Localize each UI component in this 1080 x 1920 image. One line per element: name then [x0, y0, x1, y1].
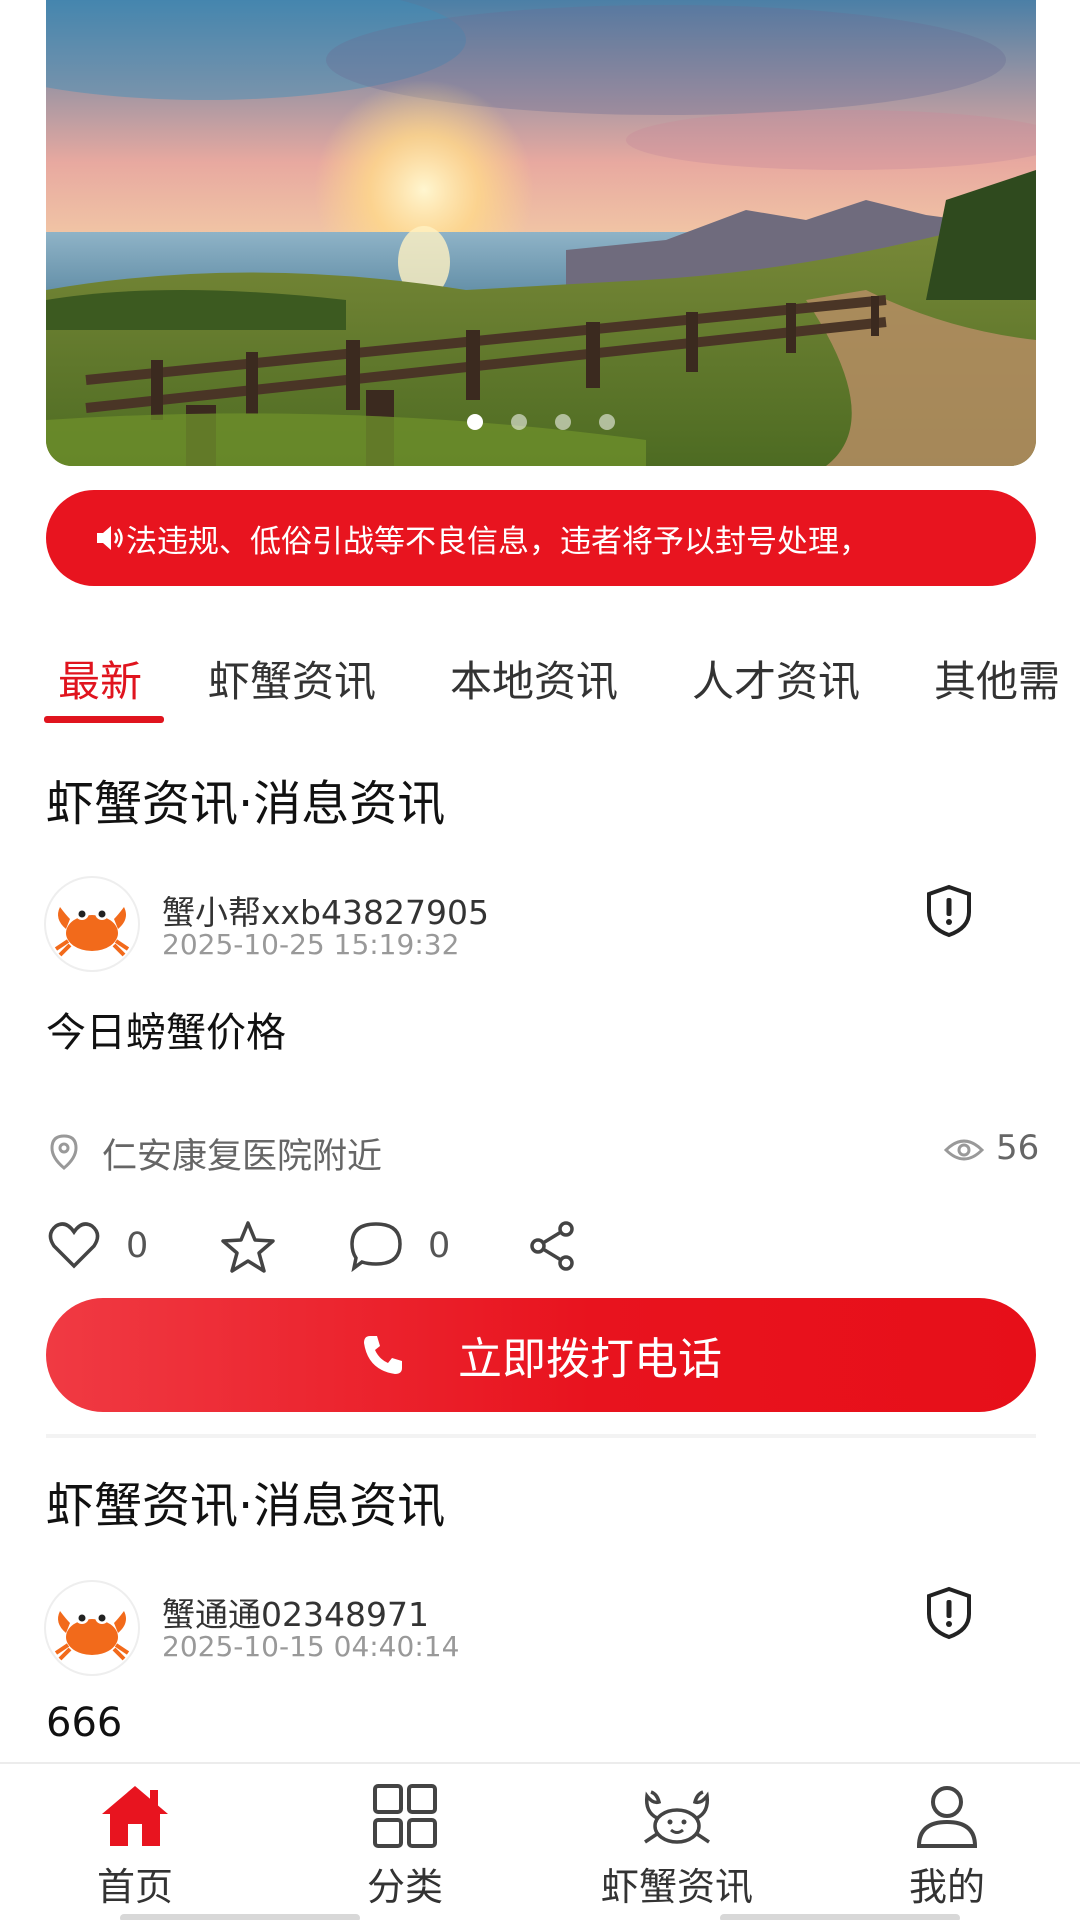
- notice-text: 法违规、低俗引战等不良信息，违者将予以封号处理，: [126, 523, 870, 560]
- post-time: 2025-10-25 15:19:32: [162, 928, 460, 961]
- post-author[interactable]: 蟹小帮xxb43827905: [162, 886, 489, 934]
- tab-crab-news[interactable]: 虾蟹资讯: [208, 648, 376, 709]
- banner-image: [46, 0, 1036, 466]
- post-content[interactable]: 今日螃蟹价格: [46, 1000, 286, 1058]
- crab-avatar-icon: [54, 1610, 130, 1661]
- nav-category-label: 分类: [366, 1865, 443, 1909]
- report-shield-icon[interactable]: [924, 1586, 974, 1640]
- call-now-button[interactable]: 立即拨打电话: [46, 1298, 1036, 1412]
- post-divider: [46, 1434, 1036, 1438]
- post-time: 2025-10-15 04:40:14: [162, 1630, 460, 1663]
- tab-latest[interactable]: 最新: [58, 648, 142, 709]
- nav-crab-news[interactable]: 虾蟹资讯: [577, 1782, 777, 1911]
- notice-bar[interactable]: 法违规、低俗引战等不良信息，违者将予以封号处理，: [46, 490, 1036, 586]
- home-icon: [102, 1786, 168, 1846]
- tab-talent-news[interactable]: 人才资讯: [692, 648, 860, 709]
- nav-crab-news-label: 虾蟹资讯: [600, 1865, 753, 1909]
- bottom-nav: 首页 分类 虾蟹资讯 我的: [0, 1762, 1080, 1920]
- nav-home-label: 首页: [96, 1865, 173, 1909]
- post-author[interactable]: 蟹通通02348971: [162, 1588, 429, 1636]
- app-page: 法违规、低俗引战等不良信息，违者将予以封号处理， 最新 虾蟹资讯 本地资讯 人才…: [0, 0, 1080, 1920]
- report-shield-icon[interactable]: [924, 884, 974, 938]
- like-count: 0: [126, 1226, 149, 1266]
- tab-other[interactable]: 其他需: [934, 648, 1060, 709]
- crab-avatar-icon: [54, 906, 130, 957]
- eye-icon: [944, 1139, 984, 1161]
- carousel-dots: [46, 414, 1036, 430]
- share-icon: [530, 1221, 574, 1271]
- nav-mine[interactable]: 我的: [847, 1782, 1047, 1911]
- like-button[interactable]: 0: [48, 1220, 158, 1272]
- carousel-dot[interactable]: [599, 414, 615, 430]
- tab-local-news[interactable]: 本地资讯: [450, 648, 618, 709]
- comment-count: 0: [428, 1226, 451, 1266]
- post-title: 虾蟹资讯·消息资讯: [46, 1478, 446, 1534]
- nav-home[interactable]: 首页: [35, 1782, 235, 1911]
- view-count: 56: [996, 1128, 1040, 1168]
- banner-carousel[interactable]: [46, 0, 1036, 466]
- star-icon: [221, 1221, 275, 1273]
- favorite-button[interactable]: [220, 1220, 280, 1273]
- category-tabs: 最新 虾蟹资讯 本地资讯 人才资讯 其他需: [0, 640, 1080, 730]
- comment-button[interactable]: 0: [348, 1220, 458, 1272]
- heart-icon: [48, 1222, 100, 1269]
- post-content[interactable]: 666: [46, 1700, 122, 1746]
- user-icon: [916, 1786, 978, 1848]
- grid-icon: [373, 1784, 437, 1848]
- active-tab-indicator: [44, 716, 164, 723]
- post-location: 仁安康复医院附近: [102, 1137, 383, 1177]
- call-now-label: 立即拨打电话: [458, 1334, 722, 1385]
- share-button[interactable]: [528, 1220, 578, 1272]
- phone-icon: [364, 1336, 402, 1374]
- nav-mine-label: 我的: [908, 1865, 985, 1909]
- speaker-icon: [97, 526, 123, 550]
- avatar[interactable]: [46, 1582, 138, 1674]
- crab-icon: [644, 1790, 710, 1844]
- carousel-dot[interactable]: [555, 414, 571, 430]
- post-meta-row: 仁安康复医院附近 56: [46, 1128, 1040, 1177]
- carousel-dot[interactable]: [467, 414, 483, 430]
- post-title: 虾蟹资讯·消息资讯: [46, 776, 446, 832]
- avatar[interactable]: [46, 878, 138, 970]
- location-pin-icon: [50, 1134, 78, 1170]
- nav-category[interactable]: 分类: [305, 1782, 505, 1911]
- carousel-dot[interactable]: [511, 414, 527, 430]
- gesture-bar: [120, 1914, 360, 1920]
- gesture-bar: [720, 1914, 960, 1920]
- comment-bubble-icon: [350, 1222, 402, 1272]
